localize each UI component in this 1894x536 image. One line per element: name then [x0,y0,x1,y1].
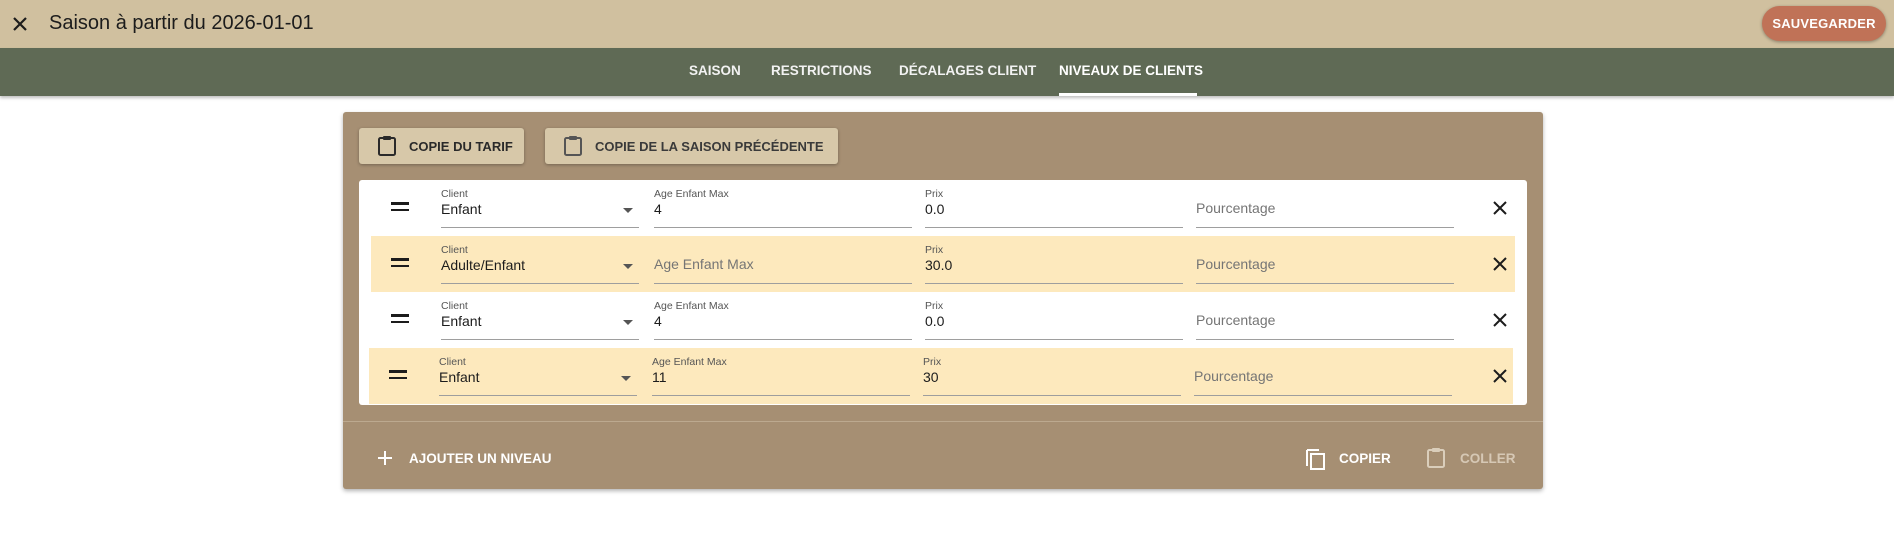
tab-decalages-client[interactable]: DÉCALAGES CLIENT [899,48,1036,96]
copy-tariff-label: COPIE DU TARIF [409,138,513,154]
copy-button[interactable]: COPIER [1303,440,1391,476]
add-level-label: AJOUTER UN NIVEAU [409,450,552,466]
drag-handle-icon[interactable] [389,314,411,326]
levels-list: Client Enfant Age Enfant Max 4 Prix 0.0 … [359,180,1527,405]
close-icon [13,17,27,31]
client-select[interactable]: Client Enfant [441,300,639,340]
top-bar: Saison à partir du 2026-01-01 SAUVEGARDE… [0,0,1894,48]
paste-button[interactable]: COLLER [1424,440,1516,476]
prix-input[interactable]: Prix 0.0 [925,188,1183,228]
drag-handle-icon[interactable] [387,370,409,382]
levels-card: COPIE DU TARIF COPIE DE LA SAISON PRÉCÉD… [343,112,1543,489]
pourcentage-input[interactable]: Pourcentage [1194,356,1452,396]
tab-niveaux-de-clients[interactable]: NIVEAUX DE CLIENTS [1059,48,1203,96]
pourcentage-input[interactable]: Pourcentage [1196,300,1454,340]
age-enfant-max-input[interactable]: Age Enfant Max 11 [652,356,910,396]
copy-icon [1303,446,1327,470]
paste-label: COLLER [1460,450,1516,466]
clipboard-icon [561,134,585,158]
level-row: Client Enfant Age Enfant Max 11 Prix 30 … [369,348,1513,404]
age-enfant-max-input[interactable]: Age Enfant Max 4 [654,300,912,340]
client-select[interactable]: Client Adulte/Enfant [441,244,639,284]
delete-level-button[interactable] [1488,308,1512,332]
level-row: Client Enfant Age Enfant Max 4 Prix 0.0 … [371,180,1515,236]
tab-saison[interactable]: SAISON [689,48,741,96]
delete-level-button[interactable] [1488,252,1512,276]
close-icon [1493,257,1507,271]
close-button[interactable] [4,8,36,40]
prix-input[interactable]: Prix 30 [923,356,1181,396]
tab-bar: SAISON RESTRICTIONS DÉCALAGES CLIENT NIV… [0,48,1894,96]
client-select[interactable]: Client Enfant [441,188,639,228]
prix-input[interactable]: Prix 30.0 [925,244,1183,284]
add-level-button[interactable]: AJOUTER UN NIVEAU [373,440,552,476]
copy-tariff-button[interactable]: COPIE DU TARIF [359,128,524,164]
clipboard-icon [375,134,399,158]
level-row: Client Enfant Age Enfant Max 4 Prix 0.0 … [371,292,1515,348]
level-row: Client Adulte/Enfant Age Enfant Max Prix… [371,236,1515,292]
age-enfant-max-input[interactable]: Age Enfant Max 4 [654,188,912,228]
active-tab-indicator [1059,93,1197,96]
dropdown-arrow-icon [623,208,633,213]
dropdown-arrow-icon [621,376,631,381]
prix-input[interactable]: Prix 0.0 [925,300,1183,340]
close-icon [1493,313,1507,327]
copy-previous-season-button[interactable]: COPIE DE LA SAISON PRÉCÉDENTE [545,128,838,164]
tab-restrictions[interactable]: RESTRICTIONS [771,48,872,96]
plus-icon [373,446,397,470]
pourcentage-input[interactable]: Pourcentage [1196,188,1454,228]
drag-handle-icon[interactable] [389,202,411,214]
clipboard-icon [1424,446,1448,470]
drag-handle-icon[interactable] [389,258,411,270]
close-icon [1493,201,1507,215]
dropdown-arrow-icon [623,264,633,269]
pourcentage-input[interactable]: Pourcentage [1196,244,1454,284]
client-select[interactable]: Client Enfant [439,356,637,396]
save-button[interactable]: SAUVEGARDER [1762,6,1886,41]
delete-level-button[interactable] [1488,196,1512,220]
close-icon [1493,369,1507,383]
copy-previous-season-label: COPIE DE LA SAISON PRÉCÉDENTE [595,138,824,154]
footer-divider [343,421,1543,422]
copy-label: COPIER [1339,450,1391,466]
delete-level-button[interactable] [1488,364,1512,388]
page-title: Saison à partir du 2026-01-01 [49,12,314,34]
age-enfant-max-input[interactable]: Age Enfant Max [654,244,912,284]
dropdown-arrow-icon [623,320,633,325]
